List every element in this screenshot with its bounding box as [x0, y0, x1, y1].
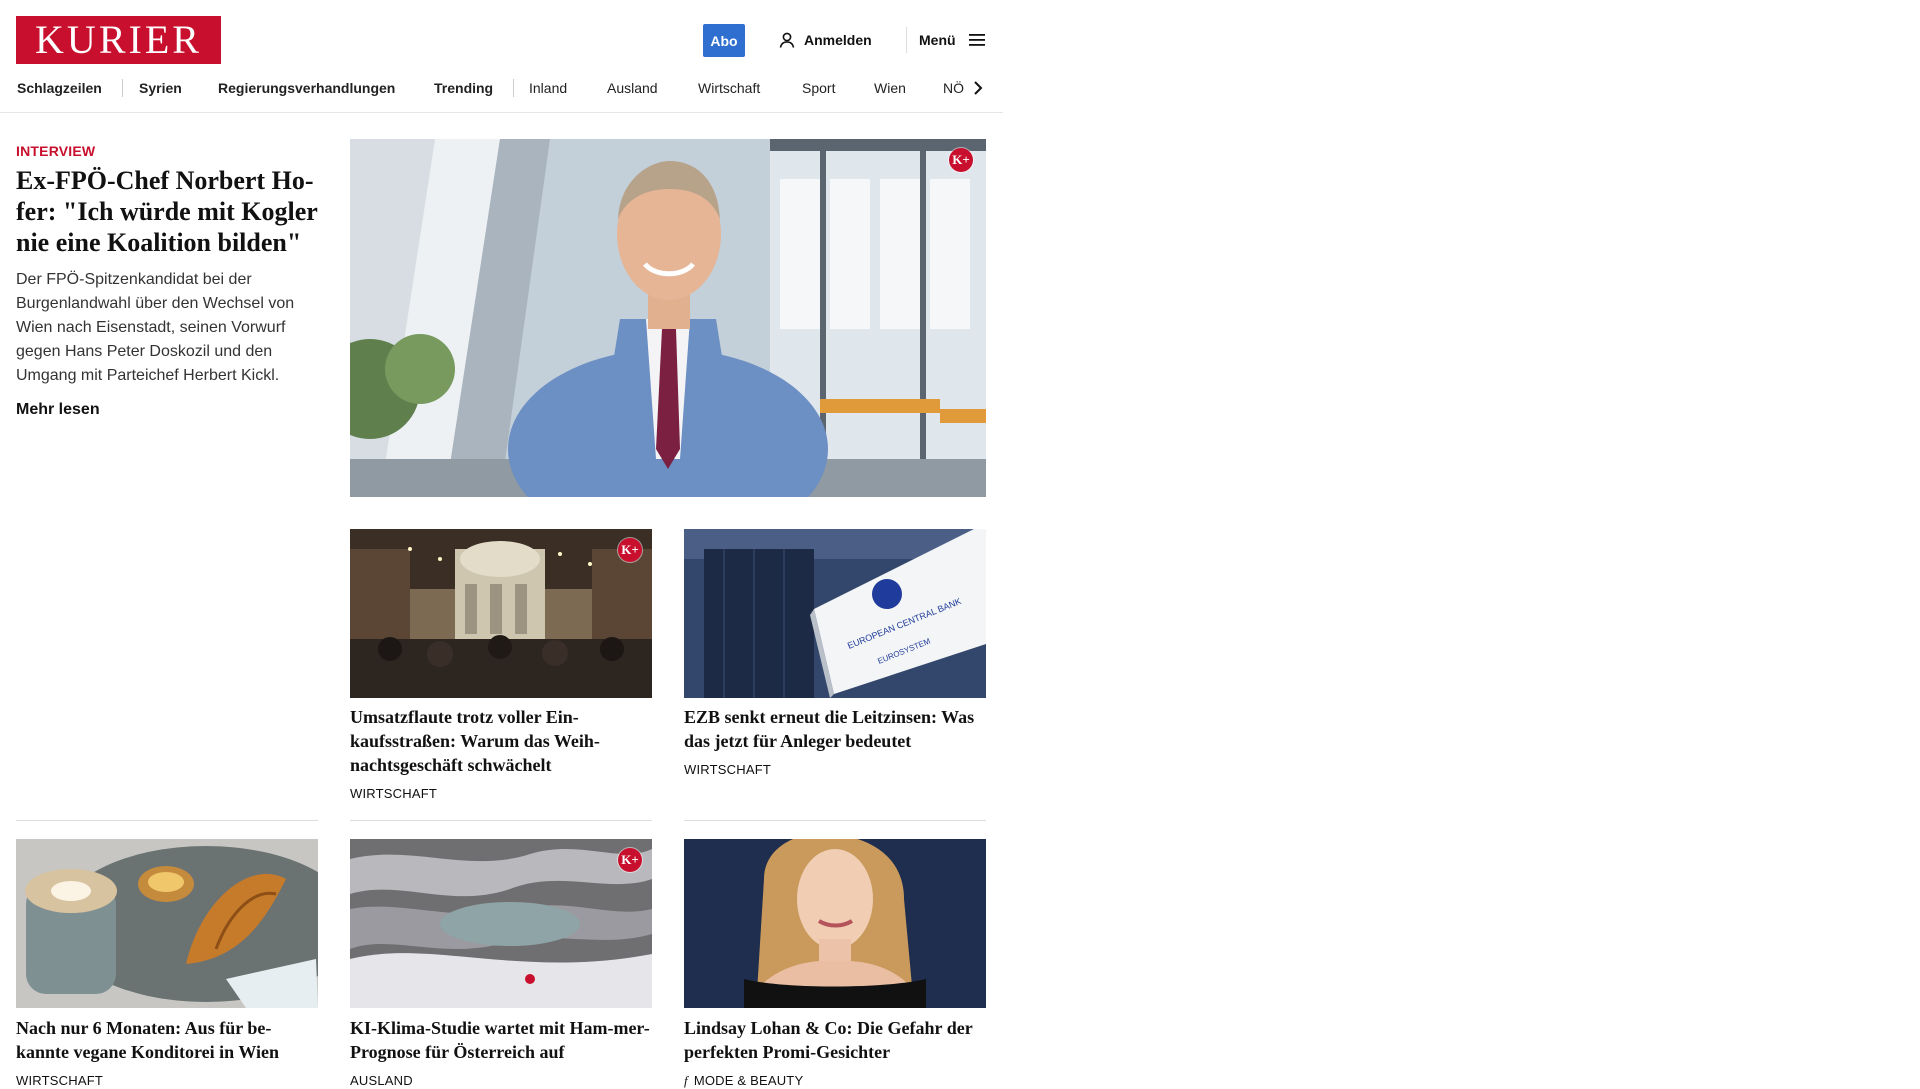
abo-button[interactable]: Abo	[703, 24, 745, 57]
nav-item-inland[interactable]: Inland	[529, 80, 567, 96]
nav-item-wirtschaft[interactable]: Wirtschaft	[698, 80, 760, 96]
kurier-logo[interactable]: KURIER	[16, 16, 221, 64]
kurier-plus-badge: K+	[618, 848, 642, 872]
nav-item-sport[interactable]: Sport	[802, 80, 835, 96]
celebrity-photo	[684, 839, 986, 1008]
chevron-right-icon[interactable]	[969, 78, 987, 98]
card-category[interactable]: AUSLAND	[350, 1073, 413, 1088]
nav-item-wien[interactable]: Wien	[874, 80, 906, 96]
lead-kicker: INTERVIEW	[16, 143, 96, 159]
portrait-photo	[350, 139, 986, 497]
card-image-cafe[interactable]	[16, 839, 318, 1008]
card-image-ecb[interactable]: EUROPEAN CENTRAL BANK EUROSYSTEM	[684, 529, 986, 698]
card-headline[interactable]: Nach nur 6 Monaten: Aus für be-kannte ve…	[16, 1016, 318, 1064]
read-more-link[interactable]: Mehr lesen	[16, 401, 100, 419]
fashion-icon: f	[684, 1073, 688, 1088]
row-divider	[16, 820, 318, 821]
card-headline[interactable]: Umsatzflaute trotz voller Ein-kaufsstraß…	[350, 705, 652, 777]
nav-item-syrien[interactable]: Syrien	[139, 80, 182, 96]
card-image-shopping[interactable]: K+	[350, 529, 652, 698]
ecb-photo: EUROPEAN CENTRAL BANK EUROSYSTEM	[684, 529, 986, 698]
card-category[interactable]: WIRTSCHAFT	[684, 762, 771, 777]
nav-divider-line	[0, 112, 1003, 113]
login-button[interactable]: Anmelden	[778, 29, 872, 51]
kurier-plus-badge: K+	[949, 148, 973, 172]
kurier-plus-badge: K+	[618, 538, 642, 562]
card-category[interactable]: f MODE & BEAUTY	[684, 1073, 803, 1089]
menu-label: Menü	[919, 32, 956, 48]
card-category[interactable]: WIRTSCHAFT	[350, 786, 437, 801]
card-headline[interactable]: EZB senkt erneut die Leitzinsen: Was das…	[684, 705, 986, 753]
nav-item-schlagzeilen[interactable]: Schlagzeilen	[17, 80, 102, 96]
street-photo	[350, 529, 652, 698]
coffee-photo	[16, 839, 318, 1008]
card-headline[interactable]: KI-Klima-Studie wartet mit Ham-mer-Progn…	[350, 1016, 652, 1064]
lead-headline[interactable]: Ex-FPÖ-Chef Norbert Ho-fer: "Ich würde m…	[16, 165, 321, 258]
row-divider	[684, 820, 986, 821]
page: KURIER Abo Anmelden Menü Schlagzeilen Sy…	[0, 0, 1003, 1088]
user-icon	[779, 32, 795, 48]
section-nav: Schlagzeilen Syrien Regierungsverhandlun…	[16, 76, 986, 100]
nav-divider	[513, 79, 514, 97]
nav-item-trending[interactable]: Trending	[434, 80, 493, 96]
nav-item-regierungsverhandlungen[interactable]: Regierungsverhandlungen	[218, 80, 395, 96]
card-category-label: MODE & BEAUTY	[693, 1073, 804, 1088]
card-headline[interactable]: Lindsay Lohan & Co: Die Gefahr der perfe…	[684, 1016, 986, 1064]
nav-item-noe[interactable]: NÖ	[943, 80, 964, 96]
lead-teaser: Der FPÖ-Spitzenkandidat bei der Burgenla…	[16, 271, 295, 384]
hamburger-icon	[968, 34, 985, 46]
lead-image[interactable]: K+	[350, 139, 986, 497]
card-category[interactable]: WIRTSCHAFT	[16, 1073, 103, 1088]
card-image-celebrity[interactable]	[684, 839, 986, 1008]
header-divider	[906, 27, 907, 53]
glacier-photo	[350, 839, 652, 1008]
nav-item-ausland[interactable]: Ausland	[607, 80, 658, 96]
menu-button[interactable]: Menü	[919, 29, 986, 51]
login-label: Anmelden	[804, 32, 872, 48]
card-image-glacier[interactable]: K+	[350, 839, 652, 1008]
row-divider	[350, 820, 652, 821]
nav-divider	[122, 79, 123, 97]
